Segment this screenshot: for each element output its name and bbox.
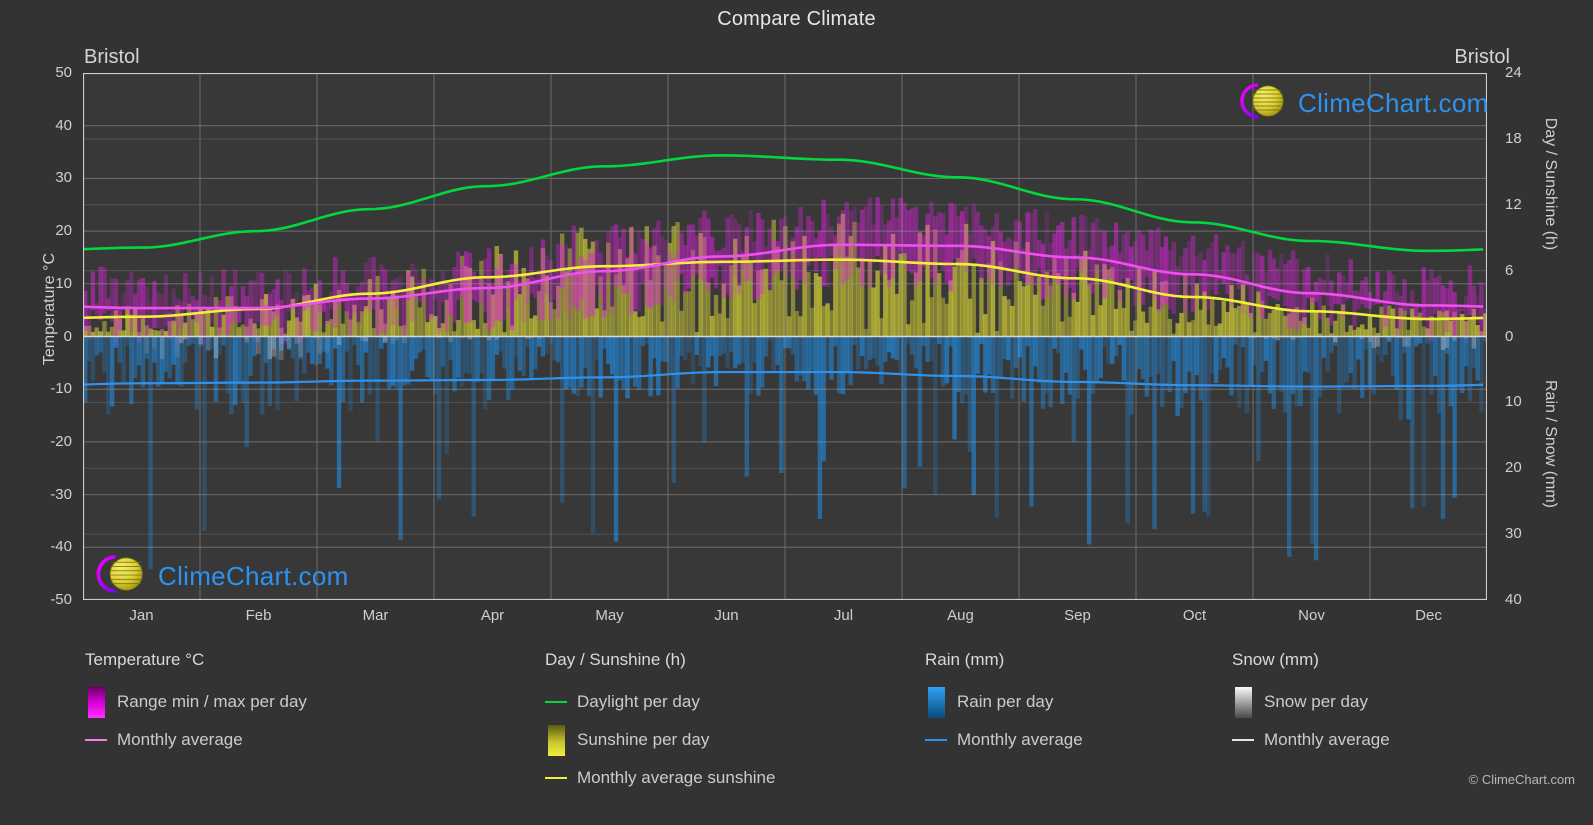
swatch-line-blue-icon	[925, 739, 947, 741]
legend-column-day-sunshine: Day / Sunshine (h) Daylight per day Suns	[545, 650, 775, 797]
y-axis-right-bottom-title: Rain / Snow (mm)	[1542, 379, 1559, 509]
legend-label-sunshine-per-day: Sunshine per day	[577, 730, 710, 749]
swatch-line-white-icon	[1232, 739, 1254, 741]
legend-heading-day-sunshine: Day / Sunshine (h)	[545, 650, 686, 669]
legend-heading-snow: Snow (mm)	[1232, 650, 1319, 669]
legend-item-daylight[interactable]: Daylight per day	[545, 683, 775, 721]
swatch-range-gradient-icon	[85, 686, 107, 718]
legend-item-temp-monthly-average[interactable]: Monthly average	[85, 721, 307, 759]
x-tick-nov: Nov	[1298, 607, 1325, 624]
swatch-snow-gradient-icon	[1232, 686, 1254, 718]
chart-legend: Temperature °C Range min / max per day M…	[0, 650, 1593, 825]
legend-label-sunshine-monthly-average: Monthly average sunshine	[577, 768, 776, 787]
climechart-logo-text: ClimeChart.com	[1298, 88, 1489, 118]
legend-column-snow: Snow (mm) Snow per day Monthly average	[1232, 650, 1390, 759]
x-tick-jul: Jul	[833, 607, 854, 624]
x-tick-dec: Dec	[1415, 607, 1442, 624]
x-tick-apr: Apr	[480, 607, 505, 624]
swatch-rain-gradient-icon	[925, 686, 947, 718]
x-tick-feb: Feb	[245, 607, 272, 624]
climechart-logo-bottom[interactable]: ClimeChart.com	[92, 552, 349, 601]
legend-heading-temperature: Temperature °C	[85, 650, 205, 669]
y-tick-right-8: 40	[1505, 591, 1522, 608]
climechart-logo-icon-2	[92, 552, 154, 601]
station-label-right: Bristol	[1454, 46, 1510, 68]
x-tick-oct: Oct	[1182, 607, 1207, 624]
y-tick-left--40: -40	[50, 538, 72, 556]
x-tick-aug: Aug	[947, 607, 974, 624]
legend-label-temp-monthly-average: Monthly average	[117, 730, 243, 749]
y-tick-left--30: -30	[50, 485, 72, 503]
legend-label-snow-monthly-average: Monthly average	[1264, 730, 1390, 749]
climechart-logo-top[interactable]: ClimeChart.com	[1236, 81, 1489, 126]
legend-label-daylight: Daylight per day	[577, 692, 700, 711]
legend-heading-rain: Rain (mm)	[925, 650, 1005, 669]
y-axis-left-title: Temperature °C	[41, 252, 58, 366]
x-tick-jan: Jan	[129, 607, 154, 624]
legend-item-rain-monthly-average[interactable]: Monthly average	[925, 721, 1083, 759]
station-label-left: Bristol	[84, 46, 140, 68]
legend-item-snow-per-day[interactable]: Snow per day	[1232, 683, 1390, 721]
legend-label-rain-monthly-average: Monthly average	[957, 730, 1083, 749]
swatch-line-green-icon	[545, 701, 567, 703]
climechart-logo-text-2: ClimeChart.com	[158, 561, 349, 591]
x-tick-may: May	[595, 607, 624, 624]
legend-label-range-min-max: Range min / max per day	[117, 692, 307, 711]
legend-label-rain-per-day: Rain per day	[957, 692, 1054, 711]
legend-item-sunshine-per-day[interactable]: Sunshine per day	[545, 721, 775, 759]
swatch-line-yellow-icon	[545, 777, 567, 779]
chart-plot-area	[83, 73, 1487, 600]
legend-item-rain-per-day[interactable]: Rain per day	[925, 683, 1083, 721]
swatch-line-magenta-icon	[85, 739, 107, 741]
y-axis-right-top-title: Day / Sunshine (h)	[1542, 117, 1559, 251]
legend-column-temperature: Temperature °C Range min / max per day M…	[85, 650, 307, 759]
y-tick-left-50: 50	[55, 64, 72, 81]
x-tick-mar: Mar	[362, 607, 389, 624]
page-title: Compare Climate	[717, 8, 876, 30]
y-tick-left-30: 30	[55, 169, 72, 187]
legend-column-rain: Rain (mm) Rain per day Monthly average	[925, 650, 1083, 759]
x-tick-jun: Jun	[714, 607, 739, 624]
legend-item-snow-monthly-average[interactable]: Monthly average	[1232, 721, 1390, 759]
climate-chart-page: Compare Climate Bristol Bristol 50 40 30…	[0, 0, 1593, 825]
y-tick-left--20: -20	[50, 432, 72, 450]
legend-item-range-min-max[interactable]: Range min / max per day	[85, 683, 307, 721]
x-tick-sep: Sep	[1064, 607, 1091, 624]
y-tick-left--50: -50	[50, 591, 72, 608]
legend-label-snow-per-day: Snow per day	[1264, 692, 1368, 711]
swatch-sunshine-gradient-icon	[545, 724, 567, 756]
y-tick-left-40: 40	[55, 116, 72, 134]
copyright-notice: © ClimeChart.com	[1468, 772, 1575, 787]
chart-svg	[83, 73, 1487, 600]
legend-item-sunshine-monthly-average[interactable]: Monthly average sunshine	[545, 759, 775, 797]
climechart-logo-icon	[1236, 81, 1294, 126]
